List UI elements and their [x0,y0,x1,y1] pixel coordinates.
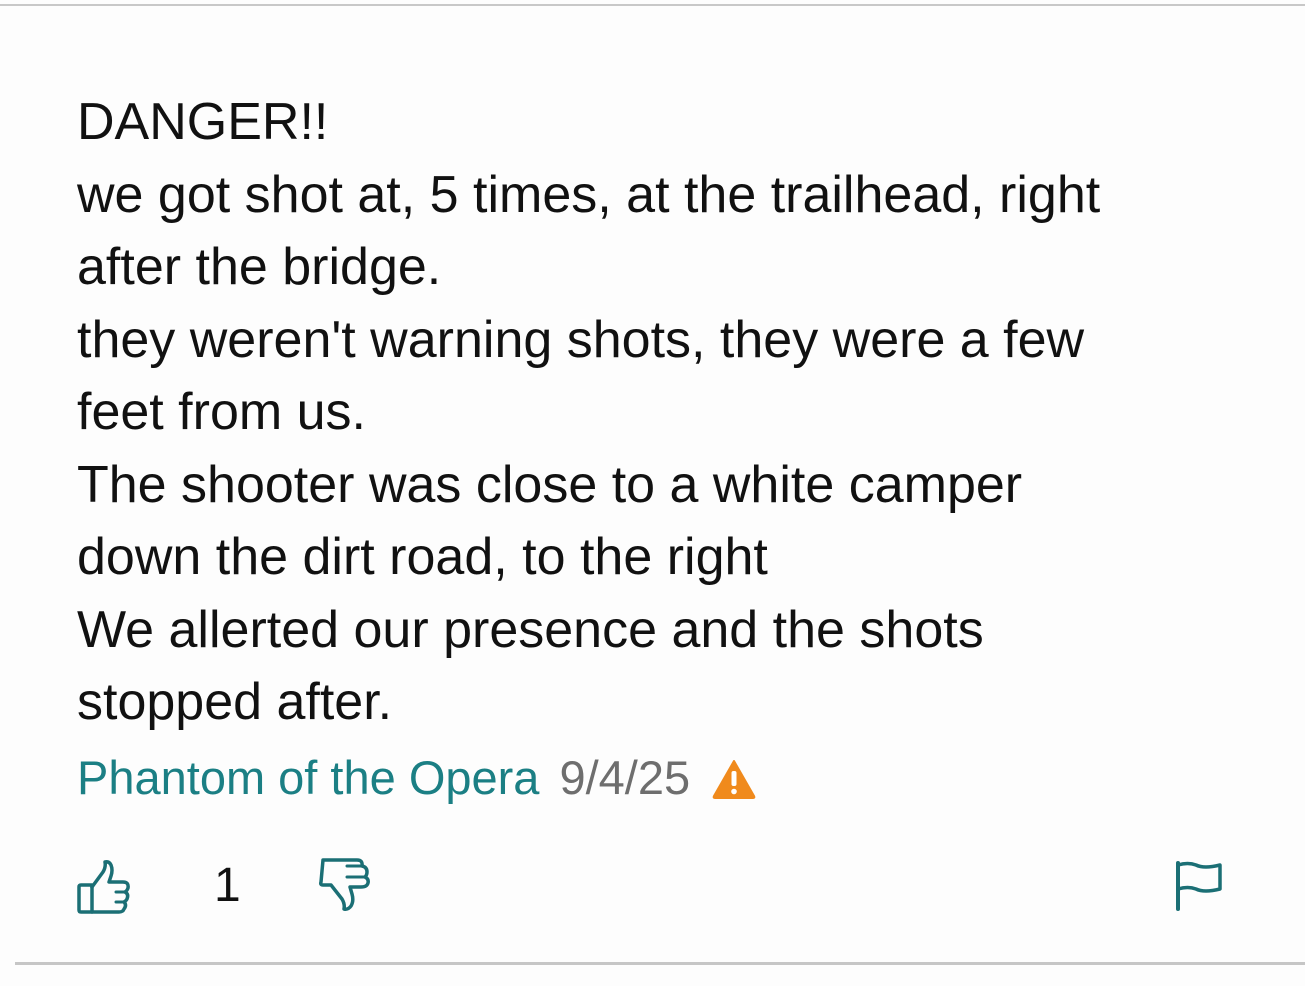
vote-count: 1 [214,859,241,912]
thumbs-down-icon[interactable] [317,856,373,914]
comment-line: after the bridge. [77,238,442,296]
top-divider [0,4,1305,6]
comment-line: DANGER!! [77,93,329,151]
comment-line: We allerted our presence and the shots [77,600,984,659]
comment-meta: Phantom of the Opera 9/4/25 [77,746,756,808]
comment-line: we got shot at, 5 times, at the trailhea… [77,165,1101,224]
comment-date: 9/4/25 [559,750,691,804]
comment-line: they weren't warning shots, they were a … [77,310,1085,369]
comment-text: DANGER!! we got shot at, 5 times, at the… [77,86,1257,739]
author-link[interactable]: Phantom of the Opera [77,750,539,805]
comment-line: down the dirt road, to the right [77,528,768,586]
bottom-divider [15,962,1305,965]
warning-triangle-icon[interactable] [712,759,756,799]
flag-icon[interactable] [1174,859,1224,911]
comment-line: feet from us. [77,383,366,441]
comment-line: The shooter was close to a white camper [77,455,1023,514]
comment-card: DANGER!! we got shot at, 5 times, at the… [0,0,1305,986]
comment-actions: 1 [0,850,1305,920]
thumbs-up-icon[interactable] [76,858,132,916]
comment-line: stopped after. [77,673,393,731]
